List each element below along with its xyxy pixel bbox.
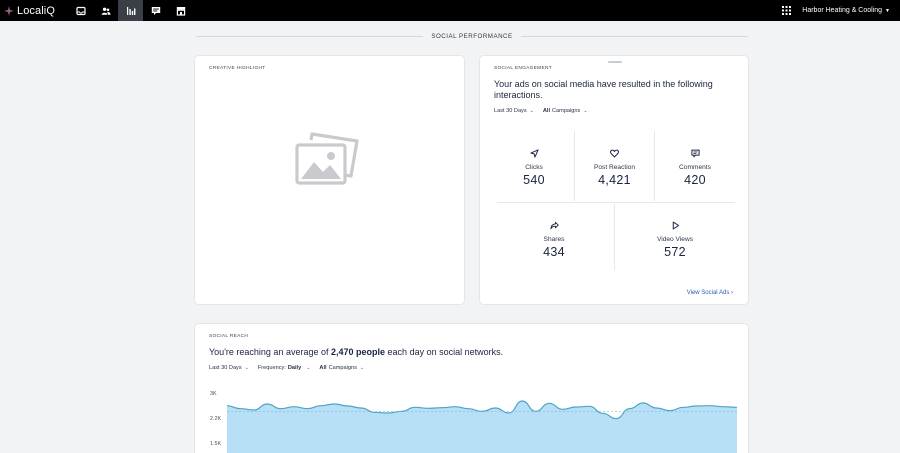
metric-label: Post Reaction (593, 164, 636, 171)
chevron-down-icon: ⌄ (583, 108, 588, 114)
chevron-down-icon: ▼ (885, 7, 890, 14)
date-range-dropdown[interactable]: Last 30 Days ⌄ (209, 365, 249, 371)
drag-indicator (608, 61, 622, 63)
account-name: Harbor Heating & Cooling (802, 7, 883, 14)
card-label: SOCIAL ENGAGEMENT (494, 66, 552, 71)
metric-clicks: Clicks 540 (494, 149, 574, 187)
metric-value: 540 (523, 173, 545, 187)
localiq-logo[interactable]: LocaliQ (4, 0, 68, 21)
play-icon (672, 221, 679, 230)
comment-icon (690, 149, 700, 158)
logo-mark-icon (4, 5, 14, 16)
section-heading: SOCIAL PERFORMANCE (196, 30, 749, 42)
inbox-icon (75, 6, 86, 15)
campaign-prefix: All (319, 365, 327, 371)
heart-icon (610, 149, 619, 158)
campaign-value: Campaigns (552, 108, 581, 114)
store-icon (176, 6, 185, 16)
top-nav-bar: LocaliQ Harbor Heating & Cooling ▼ (0, 0, 900, 21)
chevron-down-icon: ⌄ (529, 108, 534, 114)
metric-comments: Comments 420 (655, 149, 735, 187)
reach-heading: You're reaching an average of 2,470 peop… (209, 347, 503, 357)
y-tick-label: 3K (210, 391, 217, 397)
image-placeholder-icon (295, 132, 359, 185)
metric-shares: Shares 434 (494, 221, 614, 259)
metric-label: Shares (543, 236, 565, 243)
engagement-heading: Your ads on social media have resulted i… (494, 79, 713, 100)
metric-value: 4,421 (598, 173, 631, 187)
reach-heading-prefix: You're reaching an average of (209, 347, 329, 357)
share-icon (549, 221, 559, 230)
creative-highlight-card: CREATIVE HIGHLIGHT (194, 55, 465, 305)
reach-average-value: 2,470 people (331, 347, 386, 357)
social-reach-card: SOCIAL REACH You're reaching an average … (194, 323, 749, 453)
chevron-down-icon: ⌄ (359, 365, 365, 371)
bar-chart-icon (126, 6, 135, 15)
nav-messages[interactable] (143, 0, 168, 21)
metric-value: 434 (543, 245, 565, 259)
topbar-right: Harbor Heating & Cooling ▼ (782, 0, 890, 21)
metric-label: Comments (679, 164, 711, 171)
engagement-filters: Last 30 Days ⌄ All Campaigns ⌄ (494, 108, 597, 114)
view-social-ads-label: View Social Ads (686, 290, 730, 296)
frequency-value: Daily (287, 365, 302, 371)
campaign-dropdown[interactable]: All Campaigns ⌄ (319, 365, 364, 371)
section-title: SOCIAL PERFORMANCE (431, 32, 513, 40)
y-tick-label: 2.2K (210, 416, 222, 422)
account-switcher[interactable]: Harbor Heating & Cooling ▼ (802, 7, 890, 14)
frequency-label: Frequency: (257, 365, 286, 371)
users-icon (101, 7, 111, 15)
divider (520, 35, 749, 37)
social-engagement-card: SOCIAL ENGAGEMENT Your ads on social med… (479, 55, 749, 305)
campaign-prefix: All (542, 108, 551, 114)
campaign-value: Campaigns (328, 365, 357, 371)
chevron-down-icon: ⌄ (244, 365, 249, 371)
divider (196, 35, 424, 37)
reach-filters: Last 30 Days ⌄ Frequency: Daily ⌄ All Ca… (209, 365, 373, 371)
divider (497, 202, 735, 203)
brand-name: LocaliQ (17, 4, 55, 17)
metric-value: 572 (664, 245, 686, 259)
send-icon (529, 149, 539, 158)
metric-value: 420 (684, 173, 706, 187)
chevron-down-icon: ⌄ (306, 365, 311, 371)
metric-video-views: Video Views 572 (615, 221, 735, 259)
metric-label: Video Views (656, 236, 694, 243)
card-label: SOCIAL REACH (209, 334, 249, 339)
reach-area-chart (227, 400, 737, 453)
campaign-dropdown[interactable]: All Campaigns ⌄ (543, 108, 588, 114)
metric-label: Clicks (525, 164, 543, 171)
reach-heading-suffix: each day on social networks. (387, 347, 504, 357)
chevron-right-icon: › (731, 290, 733, 296)
nav-contacts[interactable] (93, 0, 118, 21)
date-range-value: Last 30 Days (209, 365, 242, 371)
message-icon (151, 6, 160, 15)
view-social-ads-link[interactable]: View Social Ads › (687, 290, 733, 296)
date-range-value: Last 30 Days (494, 108, 527, 114)
metric-post-reaction: Post Reaction 4,421 (575, 149, 654, 187)
frequency-dropdown[interactable]: Frequency: Daily ⌄ (258, 365, 311, 371)
date-range-dropdown[interactable]: Last 30 Days ⌄ (494, 108, 534, 114)
nav-reports[interactable] (118, 0, 143, 21)
nav-inbox[interactable] (68, 0, 93, 21)
card-label: CREATIVE HIGHLIGHT (209, 66, 266, 71)
nav-store[interactable] (168, 0, 193, 21)
app-grid-icon[interactable] (782, 6, 792, 15)
main-nav (68, 0, 193, 21)
y-tick-label: 1.5K (210, 441, 222, 447)
